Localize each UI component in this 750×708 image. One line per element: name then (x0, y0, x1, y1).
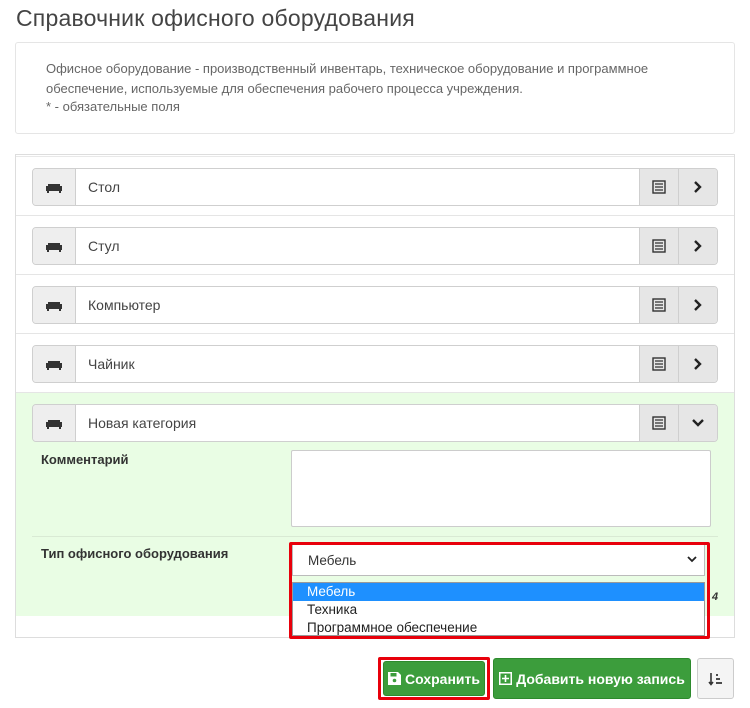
sofa-icon (33, 405, 76, 441)
list-icon (652, 357, 666, 371)
category-label[interactable]: Стул (76, 228, 639, 264)
category-input-group: Стол (32, 168, 718, 206)
category-input-group: Новая категория (32, 404, 718, 442)
option-hardware[interactable]: Техника (293, 601, 704, 619)
category-input-group: Компьютер (32, 286, 718, 324)
category-input-group: Чайник (32, 345, 718, 383)
list-icon (652, 239, 666, 253)
chevron-right-icon (694, 299, 702, 311)
chevron-down-icon (687, 556, 697, 563)
sofa-icon (33, 287, 76, 323)
type-options-dropdown[interactable]: Мебель Техника Программное обеспечение (292, 582, 705, 636)
category-input-group: Стул (32, 227, 718, 265)
list-view-button[interactable] (639, 287, 678, 323)
sort-button[interactable] (697, 658, 734, 699)
expand-button[interactable] (678, 287, 717, 323)
expand-button[interactable] (678, 346, 717, 382)
sofa-icon (33, 169, 76, 205)
add-record-button[interactable]: Добавить новую запись (493, 658, 691, 699)
list-view-button[interactable] (639, 405, 678, 441)
comment-label: Комментарий (41, 452, 129, 467)
list-icon (652, 298, 666, 312)
sort-icon (707, 672, 722, 686)
chevron-right-icon (694, 240, 702, 252)
comment-textarea[interactable] (291, 450, 711, 527)
list-view-button[interactable] (639, 346, 678, 382)
save-button[interactable]: Сохранить (383, 661, 485, 696)
list-item-active: Новая категория (16, 393, 734, 452)
category-list: Стол Стул Компьютер Чайник Новая категор… (15, 154, 735, 638)
option-software[interactable]: Программное обеспечение (293, 619, 704, 637)
list-item: Стул (16, 216, 734, 275)
category-label[interactable]: Компьютер (76, 287, 639, 323)
expand-button[interactable] (678, 228, 717, 264)
option-furniture[interactable]: Мебель (293, 583, 704, 601)
chevron-right-icon (694, 358, 702, 370)
plus-square-icon (499, 672, 513, 685)
list-item: Стол (16, 157, 734, 216)
floppy-icon (388, 672, 402, 685)
type-label: Тип офисного оборудования (41, 546, 229, 561)
list-item: Компьютер (16, 275, 734, 334)
required-note: * - обязательные поля (46, 99, 180, 114)
type-select-value[interactable]: Мебель (292, 544, 705, 576)
list-icon (652, 416, 666, 430)
category-label[interactable]: Новая категория (76, 405, 639, 441)
chevron-down-icon (692, 419, 704, 427)
category-label[interactable]: Стол (76, 169, 639, 205)
list-view-button[interactable] (639, 228, 678, 264)
description-text: Офисное оборудование - производственный … (46, 61, 649, 96)
expand-button[interactable] (678, 169, 717, 205)
chevron-right-icon (694, 181, 702, 193)
char-counter: 4 (712, 591, 719, 603)
sofa-icon (33, 346, 76, 382)
description-panel: Офисное оборудование - производственный … (15, 42, 735, 134)
collapse-button[interactable] (678, 405, 717, 441)
category-label[interactable]: Чайник (76, 346, 639, 382)
page-title: Справочник офисного оборудования (16, 5, 415, 31)
list-icon (652, 180, 666, 194)
list-view-button[interactable] (639, 169, 678, 205)
sofa-icon (33, 228, 76, 264)
type-select[interactable]: Мебель (290, 542, 709, 578)
list-item: Чайник (16, 334, 734, 393)
